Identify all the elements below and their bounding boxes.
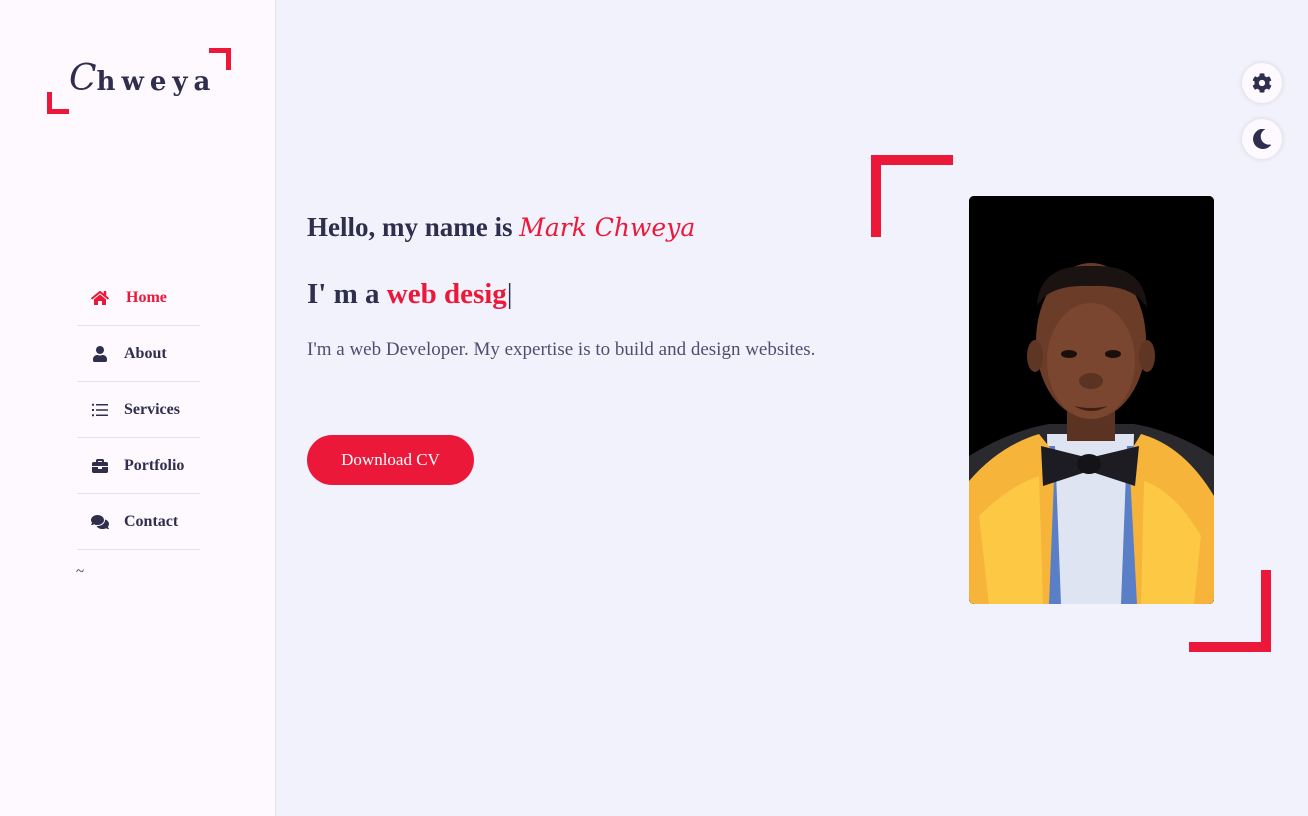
settings-button[interactable] [1242, 63, 1282, 103]
moon-icon [1253, 129, 1271, 149]
nav-item-services[interactable]: Services [77, 382, 200, 438]
nav-label-home: Home [126, 288, 167, 306]
nav-label-portfolio: Portfolio [124, 456, 185, 474]
role-typed: web desig [386, 278, 507, 310]
home-icon [91, 290, 109, 305]
nav-item-portfolio[interactable]: Portfolio [77, 438, 200, 494]
hero-greeting: Hello, my name is Mark Chweya [307, 212, 695, 243]
list-icon [92, 403, 108, 416]
hero-role: I' m a web desig| [307, 278, 513, 311]
sidebar: Chweya Home About Services Portfolio Con… [0, 0, 276, 816]
download-cv-button[interactable]: Download CV [307, 435, 474, 485]
photo-corner-top-left [871, 155, 953, 237]
nav-item-about[interactable]: About [77, 326, 200, 382]
logo-rest: hweya [96, 67, 217, 97]
main-nav: Home About Services Portfolio Contact [77, 270, 200, 550]
nav-label-services: Services [124, 400, 180, 418]
nav-item-contact[interactable]: Contact [77, 494, 200, 550]
nav-label-contact: Contact [124, 512, 179, 530]
logo-corner-bottom-left [47, 92, 69, 114]
typing-cursor: | [506, 278, 513, 310]
hero-name: Mark Chweya [519, 213, 696, 242]
hero-intro: I'm a web Developer. My expertise is to … [307, 339, 816, 360]
nav-item-home[interactable]: Home [77, 270, 200, 326]
role-prefix: I' m a [307, 278, 387, 310]
logo-first-letter: C [69, 58, 97, 99]
greeting-text: Hello, my name is [307, 212, 520, 242]
comments-icon [91, 514, 109, 529]
profile-photo [969, 196, 1214, 604]
sidebar-tilde: ~ [76, 564, 85, 580]
theme-toggle-button[interactable] [1242, 119, 1282, 159]
logo-text: Chweya [69, 58, 216, 99]
nav-label-about: About [124, 344, 167, 362]
briefcase-icon [92, 458, 108, 473]
user-icon [93, 345, 107, 362]
gear-icon [1252, 73, 1272, 93]
logo[interactable]: Chweya [47, 48, 231, 114]
